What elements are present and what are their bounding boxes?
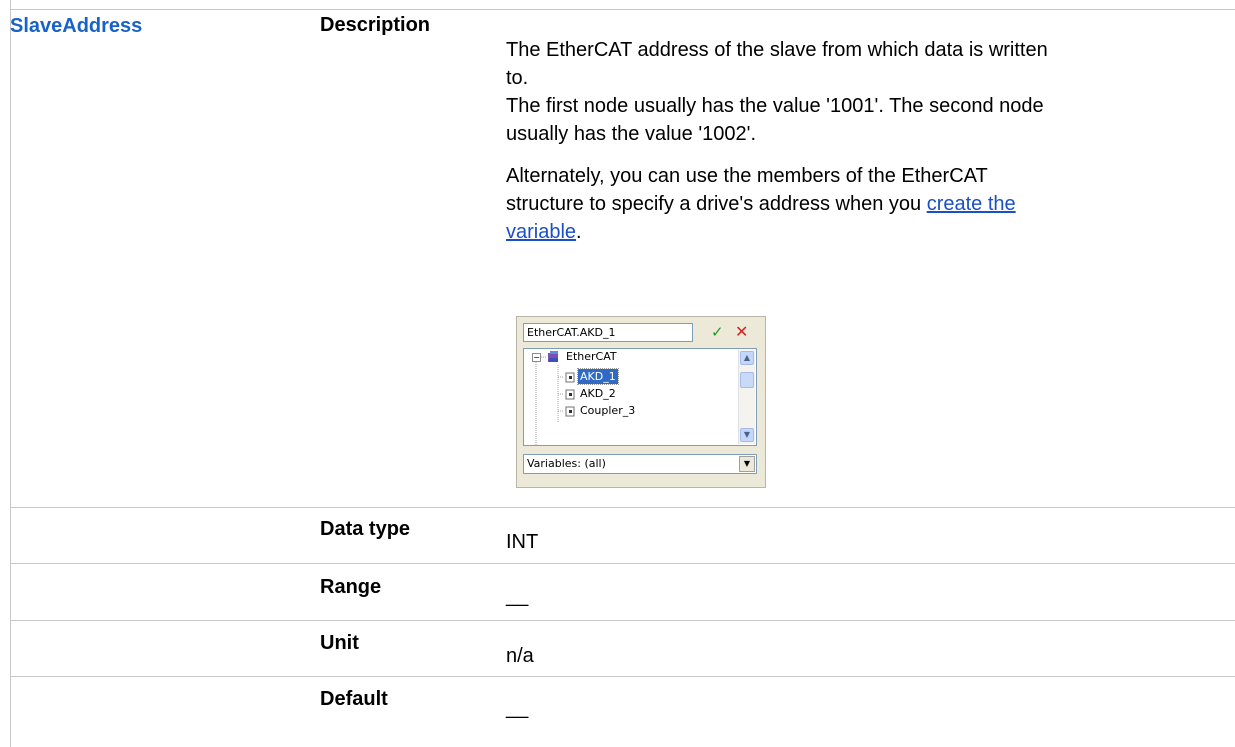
- tree-item-coupler-3[interactable]: Coupler_3: [578, 403, 637, 418]
- dropdown-arrow-icon[interactable]: ▼: [739, 456, 755, 472]
- description-label: Description: [320, 14, 431, 36]
- scroll-down-icon[interactable]: ▼: [740, 428, 754, 442]
- slave-variable-icon: [565, 372, 575, 383]
- confirm-check-icon[interactable]: ✓: [711, 323, 724, 341]
- tree-scrollbar[interactable]: ▲ ▼: [738, 350, 755, 444]
- default-value: __: [506, 697, 529, 719]
- parameter-name: SlaveAddress: [10, 15, 143, 37]
- default-label: Default: [320, 688, 388, 710]
- tree-item-akd-1[interactable]: AKD_1: [577, 368, 619, 385]
- unit-value: n/a: [506, 645, 534, 667]
- desc-line: The EtherCAT address of the slave from w…: [506, 39, 1048, 61]
- unit-label: Unit: [320, 632, 359, 654]
- scroll-up-icon[interactable]: ▲: [740, 351, 754, 365]
- desc-line: usually has the value '1002'.: [506, 123, 757, 145]
- variable-name-input[interactable]: EtherCAT.AKD_1: [523, 323, 693, 342]
- desc-line: to.: [506, 67, 529, 89]
- ethercat-folder-icon: [548, 351, 558, 362]
- table-left-border: [10, 0, 11, 747]
- slave-variable-icon: [565, 406, 575, 417]
- range-value: __: [506, 585, 529, 607]
- desc-line: structure to specify a drive's address w…: [506, 193, 927, 215]
- desc-period: .: [576, 221, 582, 243]
- variables-filter-select[interactable]: Variables: (all) ▼: [523, 454, 757, 474]
- table-rule: [10, 563, 1235, 564]
- variable-tree: − EtherCAT AKD_1 AKD_2 Coupler_3 ▲ ▼: [523, 348, 757, 446]
- scroll-thumb[interactable]: [740, 372, 754, 388]
- datatype-value: INT: [506, 531, 539, 553]
- tree-item-akd-2[interactable]: AKD_2: [578, 386, 618, 401]
- description-text: The EtherCAT address of the slave from w…: [506, 36, 1196, 260]
- table-rule: [10, 620, 1235, 621]
- range-label: Range: [320, 576, 382, 598]
- variable-picker-widget: EtherCAT.AKD_1 ✓ ✕ − EtherCAT AKD_1 AKD_…: [516, 316, 766, 488]
- desc-line: Alternately, you can use the members of …: [506, 165, 988, 187]
- create-variable-link[interactable]: variable: [506, 221, 576, 243]
- description-paragraph-1: The EtherCAT address of the slave from w…: [506, 36, 1196, 148]
- description-paragraph-2: Alternately, you can use the members of …: [506, 162, 1196, 246]
- tree-item-ethercat[interactable]: EtherCAT: [564, 349, 619, 364]
- table-rule: [10, 507, 1235, 508]
- desc-line: The first node usually has the value '10…: [506, 95, 1044, 117]
- datatype-label: Data type: [320, 518, 411, 540]
- table-rule: [10, 9, 1235, 10]
- table-rule: [10, 676, 1235, 677]
- cancel-x-icon[interactable]: ✕: [735, 322, 748, 341]
- collapse-icon[interactable]: −: [532, 353, 541, 362]
- create-variable-link[interactable]: create the: [927, 193, 1016, 215]
- filter-select-value: Variables: (all): [527, 457, 606, 470]
- slave-variable-icon: [565, 389, 575, 400]
